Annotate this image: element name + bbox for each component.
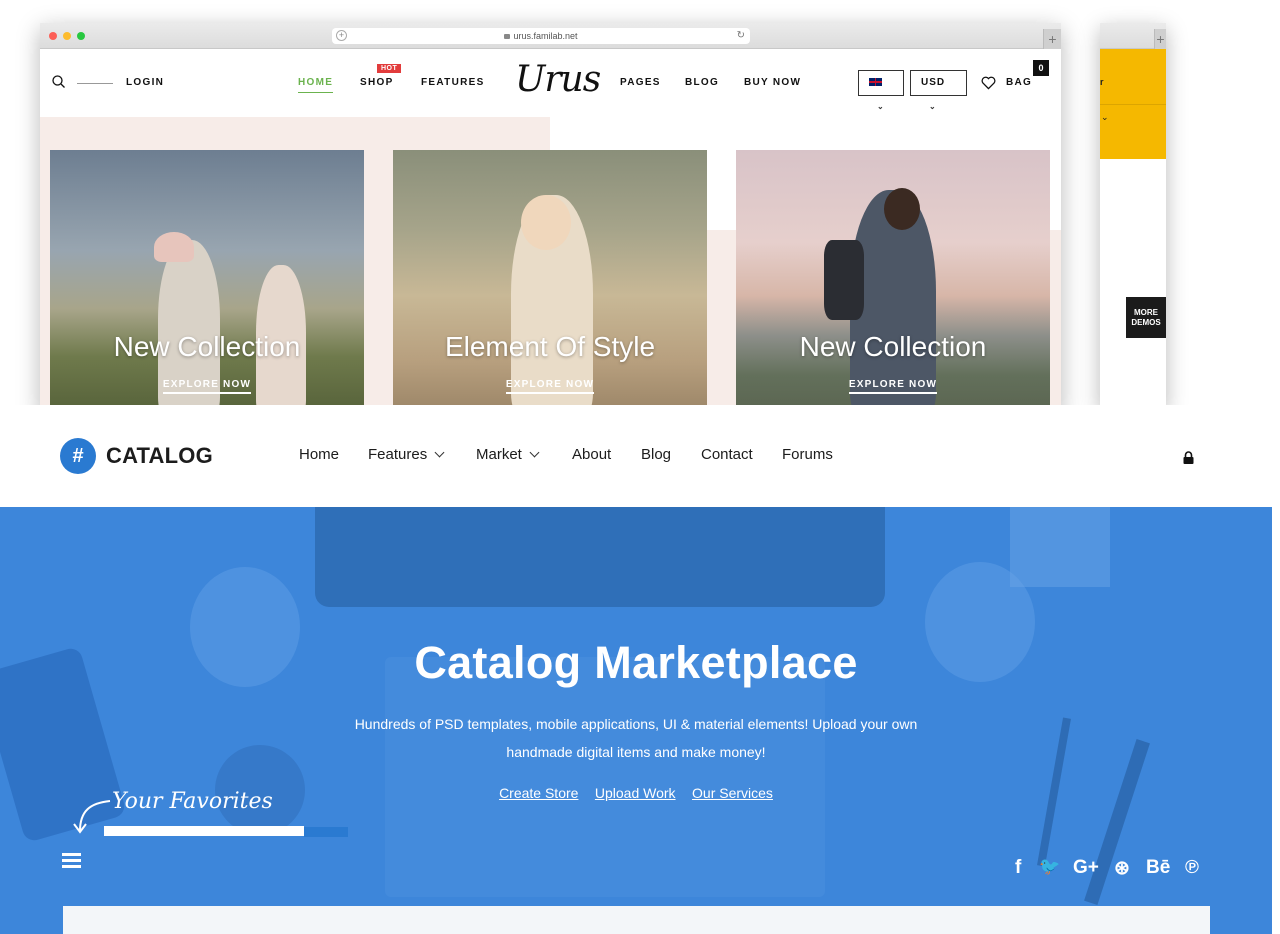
bag-count-badge: 0 xyxy=(1033,60,1049,76)
behance-icon[interactable]: Bē xyxy=(1146,857,1170,879)
photo-face xyxy=(884,188,920,230)
explore-now-link[interactable]: EXPLORE NOW xyxy=(50,379,364,394)
twitter-icon[interactable]: 🐦 xyxy=(1039,857,1060,877)
reload-icon[interactable]: ↻ xyxy=(737,28,745,44)
address-bar[interactable]: + urus.familab.net ↻ xyxy=(332,28,750,44)
urus-header: LOGIN HOME HOT SHOP FEATURES Urus PAGES … xyxy=(40,49,1061,117)
chevron-down-icon xyxy=(434,447,445,458)
minimize-window-button[interactable] xyxy=(63,32,71,40)
collection-card[interactable]: New Collection EXPLORE NOW xyxy=(50,150,364,405)
add-tab-button[interactable]: + xyxy=(1043,29,1061,49)
nav-home[interactable]: HOME xyxy=(298,77,334,93)
search-panel xyxy=(63,906,1210,934)
facebook-icon[interactable]: f xyxy=(1015,857,1021,879)
collection-card[interactable]: Element Of Style EXPLORE NOW xyxy=(393,150,707,405)
menu-forums[interactable]: Forums xyxy=(782,446,833,463)
catalog-logo-text[interactable]: CATALOG xyxy=(106,443,213,469)
pinterest-icon[interactable]: ℗ xyxy=(1185,857,1199,879)
explore-now-link[interactable]: EXPLORE NOW xyxy=(736,379,1050,394)
search-button[interactable] xyxy=(304,827,348,837)
laptop-screen-shape xyxy=(315,507,885,607)
explore-now-link[interactable]: EXPLORE NOW xyxy=(393,379,707,394)
nav-pages[interactable]: PAGES xyxy=(620,77,661,88)
hot-badge: HOT xyxy=(377,64,402,73)
hero-subtitle: Hundreds of PSD templates, mobile applic… xyxy=(354,716,918,760)
search-input[interactable] xyxy=(104,826,304,836)
new-tab-icon[interactable]: + xyxy=(336,30,347,41)
urus-logo[interactable]: Urus xyxy=(515,59,601,100)
close-window-button[interactable] xyxy=(49,32,57,40)
nav-features[interactable]: FEATURES xyxy=(421,77,485,88)
add-tab-button[interactable]: + xyxy=(1154,29,1166,49)
uk-flag-icon xyxy=(869,78,882,87)
hero-title: Catalog Marketplace xyxy=(414,637,858,688)
chevron-down-icon: ⌄ xyxy=(877,102,885,111)
dribbble-icon[interactable]: ⊛ xyxy=(1114,857,1130,880)
second-browser-window: + r ⌄ xyxy=(1100,23,1166,405)
nav-blog[interactable]: BLOG xyxy=(685,77,719,88)
lock-icon xyxy=(504,34,511,39)
chevron-down-icon[interactable]: ⌄ xyxy=(1101,112,1109,123)
card-title: New Collection xyxy=(113,331,301,362)
chevron-down-icon xyxy=(529,447,540,458)
heart-icon[interactable] xyxy=(981,76,996,90)
chevron-down-icon: ⌄ xyxy=(929,102,937,111)
card-title: New Collection xyxy=(799,331,987,362)
search-icon[interactable] xyxy=(52,75,65,88)
language-select[interactable]: ⌄ xyxy=(858,70,904,111)
nav-shop[interactable]: SHOP xyxy=(360,77,394,88)
menu-features[interactable]: Features xyxy=(368,446,445,463)
urus-browser-window: + urus.familab.net ↻ + LOGIN HOME HOT SH… xyxy=(40,23,1061,405)
menu-blog[interactable]: Blog xyxy=(641,446,671,463)
cap-shape xyxy=(154,232,194,262)
hamburger-menu-icon[interactable] xyxy=(62,853,81,868)
nav-buy-now[interactable]: BUY NOW xyxy=(744,77,801,88)
our-services-link[interactable]: Our Services xyxy=(692,785,773,801)
partial-text: r xyxy=(1100,77,1104,87)
more-demos-button[interactable]: MORE DEMOS xyxy=(1126,297,1166,338)
browser-titlebar: + urus.familab.net ↻ + xyxy=(40,23,1061,49)
upload-work-link[interactable]: Upload Work xyxy=(595,785,676,801)
keyboard-shape xyxy=(385,657,825,897)
catalog-screenshot: # CATALOG Home Features Market About Blo… xyxy=(0,405,1280,934)
your-favorites-label: Your Favorites xyxy=(112,789,273,814)
create-store-link[interactable]: Create Store xyxy=(499,785,578,801)
menu-market[interactable]: Market xyxy=(476,446,540,463)
currency-value: USD xyxy=(921,77,946,88)
page-edge xyxy=(1272,507,1280,934)
backpack-shape xyxy=(824,240,864,320)
divider xyxy=(1100,104,1166,105)
menu-home[interactable]: Home xyxy=(299,446,339,463)
menu-about[interactable]: About xyxy=(572,446,611,463)
ruler-shape xyxy=(1084,738,1150,906)
collection-card[interactable]: New Collection EXPLORE NOW xyxy=(736,150,1050,405)
bag-link[interactable]: BAG xyxy=(1006,77,1032,88)
photo-face xyxy=(521,195,571,250)
lock-icon[interactable] xyxy=(1183,451,1194,464)
google-plus-icon[interactable]: G+ xyxy=(1073,857,1099,879)
catalog-header: # CATALOG Home Features Market About Blo… xyxy=(0,405,1280,507)
notebook-shape xyxy=(1010,507,1110,587)
address-url: urus.familab.net xyxy=(513,31,578,41)
hero-banner: Catalog Marketplace Hundreds of PSD temp… xyxy=(0,507,1280,934)
currency-select[interactable]: USD ⌄ xyxy=(910,70,967,111)
menu-contact[interactable]: Contact xyxy=(701,446,753,463)
catalog-logo-icon[interactable]: # xyxy=(60,438,96,474)
urus-screenshot: + urus.familab.net ↻ + LOGIN HOME HOT SH… xyxy=(0,0,1280,405)
maximize-window-button[interactable] xyxy=(77,32,85,40)
browser-titlebar: + xyxy=(1100,23,1166,49)
login-link[interactable]: LOGIN xyxy=(126,77,164,88)
yellow-header-partial: r ⌄ xyxy=(1100,49,1166,159)
card-title: Element Of Style xyxy=(444,331,656,362)
login-divider xyxy=(77,83,113,84)
